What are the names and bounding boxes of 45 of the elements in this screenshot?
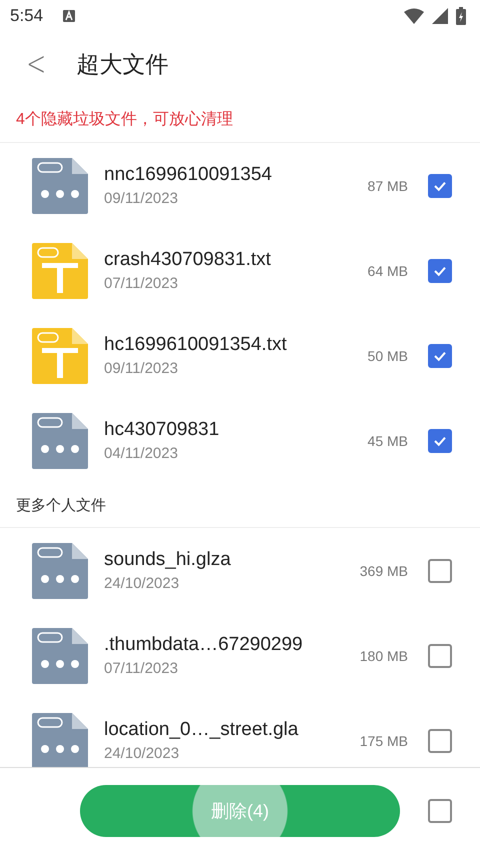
section-title: 更多个人文件 (0, 483, 480, 528)
file-name: .thumbdata…67290299 (104, 634, 304, 656)
file-icon (32, 412, 88, 468)
file-size: 175 MB (360, 732, 408, 748)
text-file-icon (32, 328, 88, 384)
checkbox[interactable] (428, 644, 452, 668)
checkbox[interactable] (428, 428, 452, 452)
file-size: 369 MB (360, 562, 408, 578)
file-name: hc1699610091354.txt (104, 334, 288, 356)
checkbox[interactable] (428, 174, 452, 198)
file-date: 04/11/2023 (104, 445, 179, 462)
file-date: 09/11/2023 (104, 360, 179, 377)
battery-icon (456, 7, 466, 25)
file-date: 07/11/2023 (104, 660, 179, 677)
file-date: 09/11/2023 (104, 190, 179, 207)
file-date: 24/10/2023 (104, 575, 180, 592)
file-size: 64 MB (368, 262, 408, 278)
wifi-icon (404, 8, 424, 24)
checkbox[interactable] (428, 344, 452, 368)
back-button[interactable]: < (23, 44, 50, 84)
file-name: nnc1699610091354 (104, 164, 274, 186)
file-size: 45 MB (368, 432, 408, 448)
file-date: 24/10/2023 (104, 745, 180, 762)
checkbox[interactable] (428, 728, 452, 752)
select-all-checkbox[interactable] (428, 798, 452, 822)
file-size: 50 MB (368, 348, 408, 364)
file-size: 87 MB (368, 178, 408, 194)
file-icon (32, 628, 88, 684)
file-icon (32, 542, 88, 598)
checkbox[interactable] (428, 558, 452, 582)
checkbox[interactable] (428, 258, 452, 282)
notice-text: 4个隐藏垃圾文件，可放心清理 (0, 96, 480, 143)
text-file-icon (32, 242, 88, 298)
page-title: 超大文件 (76, 50, 168, 78)
file-name: sounds_hi.glza (104, 549, 232, 571)
file-date: 07/11/2023 (104, 275, 179, 292)
signal-icon (432, 8, 448, 24)
notification-icon (63, 10, 76, 22)
file-icon (32, 158, 88, 214)
file-size: 180 MB (360, 648, 408, 664)
file-name: location_0…_street.gla (104, 719, 300, 741)
file-icon (32, 712, 88, 767)
status-time: 5:54 (10, 6, 44, 26)
file-name: crash430709831.txt (104, 249, 272, 271)
file-name: hc430709831 (104, 419, 220, 441)
